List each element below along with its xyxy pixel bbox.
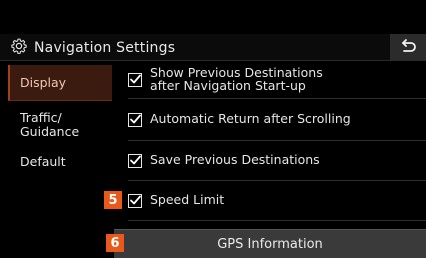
setting-label: Show Previous Destinations after Navigat… <box>150 65 323 93</box>
callout-badge-5: 5 <box>104 191 122 209</box>
checkbox-checked-icon[interactable] <box>128 112 142 127</box>
checkbox-checked-icon[interactable] <box>128 193 142 208</box>
checkbox-checked-icon[interactable] <box>128 72 142 87</box>
gear-icon <box>10 37 28 59</box>
setting-label: Speed Limit <box>150 192 225 208</box>
setting-automatic-return[interactable]: Automatic Return after Scrolling <box>128 99 426 141</box>
checkbox-checked-icon[interactable] <box>128 153 142 168</box>
settings-list: Show Previous Destinations after Navigat… <box>114 61 426 228</box>
header-bar: Navigation Settings <box>0 34 426 61</box>
setting-speed-limit[interactable]: Speed Limit <box>128 181 426 221</box>
page-title: Navigation Settings <box>34 40 176 56</box>
back-arrow-icon <box>399 38 417 57</box>
sidebar-item-default[interactable]: Default <box>8 155 112 169</box>
callout-badge-6: 6 <box>106 234 124 252</box>
navigation-settings-screen: Navigation Settings Display Traffic/ Gui… <box>0 0 426 258</box>
setting-label: Save Previous Destinations <box>150 152 320 168</box>
sidebar-item-label: Default <box>20 154 66 169</box>
sidebar-item-label: Display <box>20 74 67 90</box>
gps-information-button[interactable]: GPS Information <box>114 229 426 258</box>
sidebar-item-label: Traffic/ Guidance <box>20 110 80 139</box>
sidebar-item-display[interactable]: Display <box>8 65 112 101</box>
sidebar-item-traffic-guidance[interactable]: Traffic/ Guidance <box>8 111 112 139</box>
setting-show-previous-destinations[interactable]: Show Previous Destinations after Navigat… <box>128 61 426 99</box>
setting-save-previous-destinations[interactable]: Save Previous Destinations <box>128 141 426 181</box>
header-title-group: Navigation Settings <box>10 37 175 59</box>
setting-label: Automatic Return after Scrolling <box>150 111 351 127</box>
settings-sidebar: Display Traffic/ Guidance Default <box>0 61 112 258</box>
back-button[interactable] <box>390 34 426 60</box>
